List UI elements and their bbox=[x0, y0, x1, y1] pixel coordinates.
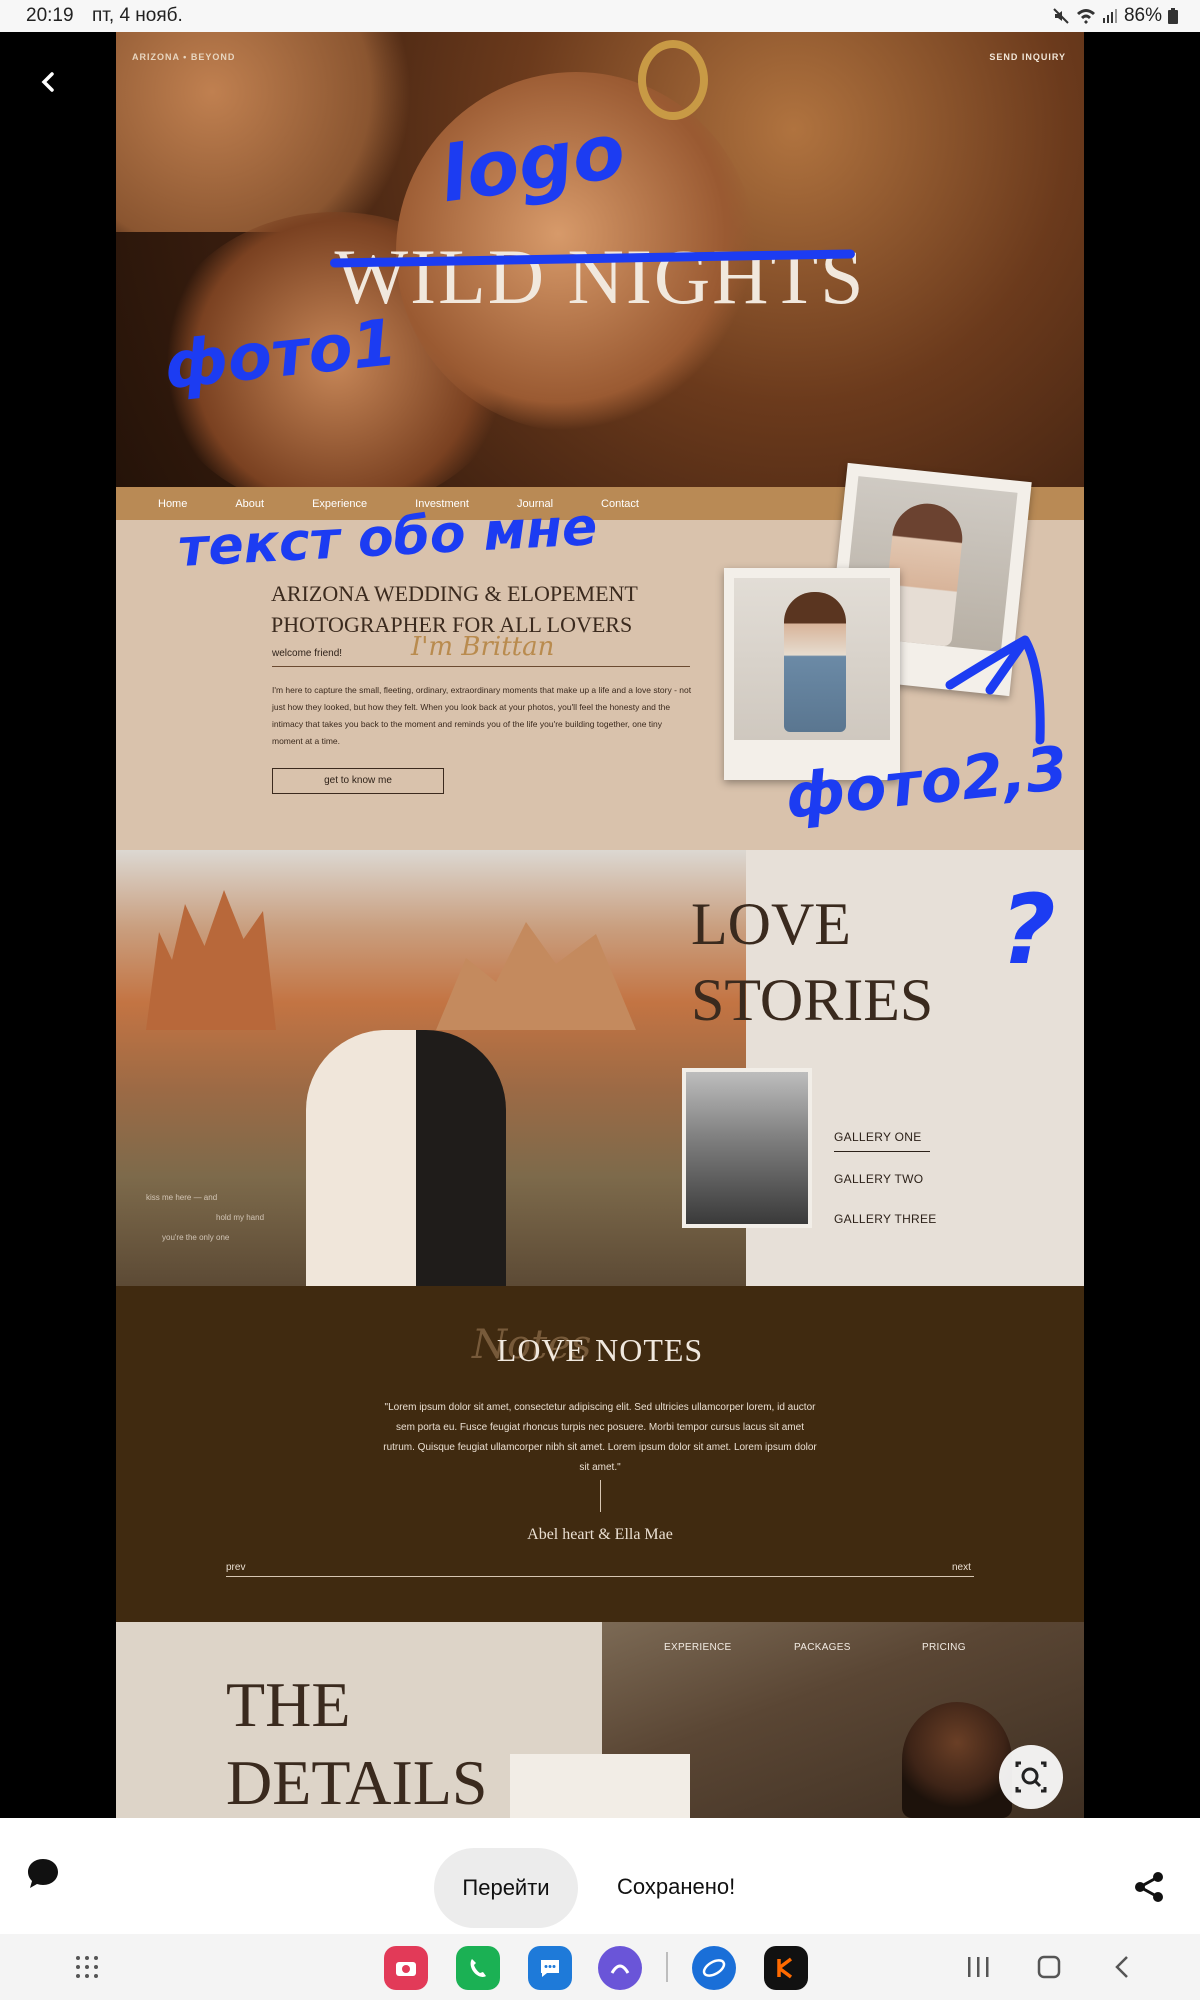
earring-icon bbox=[638, 40, 708, 120]
gallery-thumbnail[interactable] bbox=[682, 1068, 812, 1228]
gallery-underline bbox=[834, 1151, 930, 1152]
viewer-action-bar: Перейти Сохранено! bbox=[0, 1818, 1200, 1934]
love-notes-title: LOVE NOTES bbox=[496, 1332, 704, 1368]
get-to-know-me-button[interactable]: get to know me bbox=[272, 768, 444, 794]
send-inquiry-link[interactable]: SEND INQUIRY bbox=[989, 52, 1066, 62]
back-nav-icon[interactable] bbox=[1112, 1954, 1132, 1980]
nav-about[interactable]: About bbox=[235, 498, 264, 510]
site-brand[interactable]: ARIZONA • BEYOND bbox=[132, 52, 235, 62]
annotation-arrow-icon bbox=[945, 635, 1045, 745]
testimonial-author: Abel heart & Ella Mae bbox=[527, 1526, 673, 1543]
signal-icon bbox=[1102, 9, 1117, 23]
goto-button[interactable]: Перейти bbox=[434, 1848, 578, 1928]
chat-bubble-icon[interactable] bbox=[26, 1856, 60, 1890]
messages-app-icon[interactable] bbox=[528, 1946, 572, 1990]
love-stories-section: kiss me here — and hold my hand you're t… bbox=[116, 850, 1084, 1286]
about-title: ARIZONA WEDDING & ELOPEMENT PHOTOGRAPHER… bbox=[271, 581, 638, 637]
status-icons: 86% bbox=[1052, 5, 1178, 27]
gallery-two-link[interactable]: GALLERY TWO bbox=[834, 1172, 923, 1186]
testimonial-quote: "Lorem ipsum dolor sit amet, consectetur… bbox=[383, 1402, 817, 1473]
details-title: THE DETAILS bbox=[226, 1669, 488, 1818]
annotation-question: ? bbox=[1000, 874, 1056, 986]
gallery-one-link[interactable]: GALLERY ONE bbox=[834, 1130, 922, 1144]
divider bbox=[666, 1952, 668, 1982]
details-section: THE DETAILS EXPERIENCE PACKAGES PRICING bbox=[116, 1622, 1084, 1818]
recent-apps-icon[interactable] bbox=[966, 1954, 990, 1980]
details-card bbox=[510, 1754, 690, 1818]
visual-search-icon bbox=[1015, 1761, 1047, 1793]
browser-app-icon[interactable] bbox=[692, 1946, 736, 1990]
photo-caption: kiss me here — and bbox=[146, 1193, 218, 1202]
share-icon[interactable] bbox=[1132, 1870, 1166, 1904]
couple-photo: kiss me here — and hold my hand you're t… bbox=[116, 850, 746, 1286]
nav-experience[interactable]: EXPERIENCE bbox=[664, 1642, 731, 1653]
divider bbox=[272, 666, 690, 667]
kinopoisk-app-icon[interactable] bbox=[764, 1946, 808, 1990]
nav-pricing[interactable]: PRICING bbox=[922, 1642, 966, 1653]
navigation-bar bbox=[0, 1934, 1200, 2000]
visual-search-button[interactable] bbox=[999, 1745, 1063, 1809]
signature-script: I'm Brittan bbox=[411, 632, 555, 662]
nav-contact[interactable]: Contact bbox=[601, 498, 639, 510]
status-bar: 20:19 пт, 4 нояб. 86% bbox=[0, 0, 1200, 32]
battery-percent: 86% bbox=[1123, 5, 1162, 26]
wifi-icon bbox=[1076, 9, 1095, 24]
back-icon[interactable] bbox=[34, 62, 62, 102]
divider bbox=[600, 1480, 601, 1512]
polaroid-photo bbox=[724, 568, 900, 780]
camera-app-icon[interactable] bbox=[384, 1946, 428, 1990]
nav-home[interactable]: Home bbox=[158, 498, 187, 510]
nav-experience[interactable]: Experience bbox=[312, 498, 367, 510]
viber-app-icon[interactable] bbox=[598, 1946, 642, 1990]
gallery-three-link[interactable]: GALLERY THREE bbox=[834, 1212, 937, 1226]
prev-link[interactable]: prev bbox=[226, 1562, 245, 1573]
app-drawer-icon[interactable] bbox=[74, 1954, 100, 1980]
photo-caption: you're the only one bbox=[162, 1233, 230, 1242]
home-icon[interactable] bbox=[1036, 1954, 1062, 1980]
divider bbox=[226, 1576, 974, 1577]
website-screenshot: ARIZONA • BEYOND SEND INQUIRY WILD NIGHT… bbox=[116, 32, 1084, 1818]
saved-label: Сохранено! bbox=[617, 1874, 736, 1899]
nav-packages[interactable]: PACKAGES bbox=[794, 1642, 851, 1653]
hero-photo: ARIZONA • BEYOND SEND INQUIRY WILD NIGHT… bbox=[116, 32, 1084, 520]
status-time: 20:19 bbox=[26, 5, 74, 26]
love-notes-section: Notes LOVE NOTES "Lorem ipsum dolor sit … bbox=[116, 1286, 1084, 1622]
hero-title: WILD NIGHTS bbox=[334, 233, 866, 320]
about-body: I'm here to capture the small, fleeting,… bbox=[272, 685, 692, 746]
phone-app-icon[interactable] bbox=[456, 1946, 500, 1990]
next-link[interactable]: next bbox=[952, 1562, 971, 1573]
photo-caption: hold my hand bbox=[216, 1213, 265, 1222]
screen: 20:19 пт, 4 нояб. 86% ARIZONA • BEYOND S… bbox=[0, 0, 1200, 2000]
status-date: пт, 4 нояб. bbox=[92, 5, 183, 26]
welcome-text: welcome friend! bbox=[272, 648, 343, 659]
battery-icon bbox=[1168, 8, 1178, 24]
mute-icon bbox=[1053, 8, 1069, 24]
love-stories-title: LOVE STORIES bbox=[691, 891, 934, 1033]
